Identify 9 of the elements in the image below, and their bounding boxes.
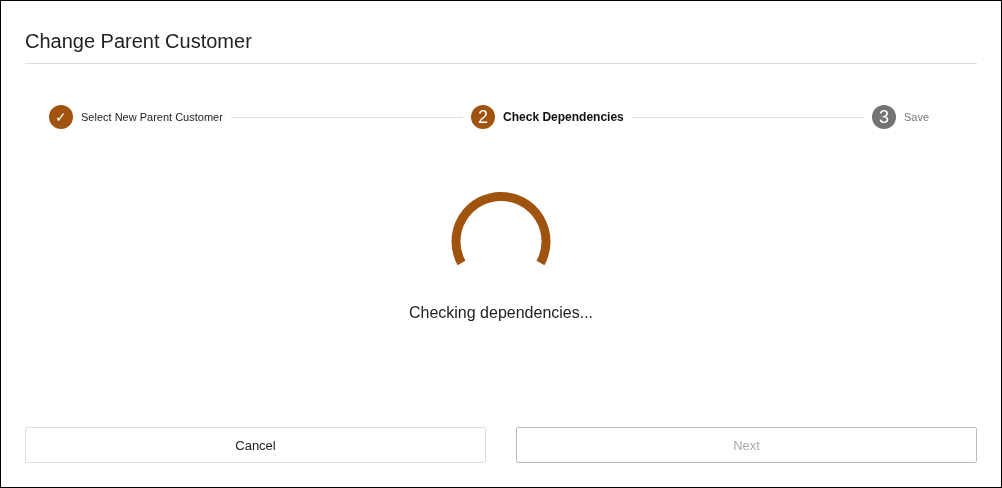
step-number: 3 — [871, 105, 896, 129]
status-message: Checking dependencies... — [408, 304, 594, 322]
step-label: Save — [903, 111, 929, 123]
dialog-title: Change Parent Customer — [25, 1, 977, 64]
step-label: Select New Parent Customer — [81, 111, 223, 123]
step-number: 2 — [471, 105, 496, 129]
step-label: Check Dependencies — [503, 110, 624, 124]
check-icon: ✓ — [49, 105, 73, 129]
cancel-button[interactable]: Cancel — [25, 427, 486, 463]
